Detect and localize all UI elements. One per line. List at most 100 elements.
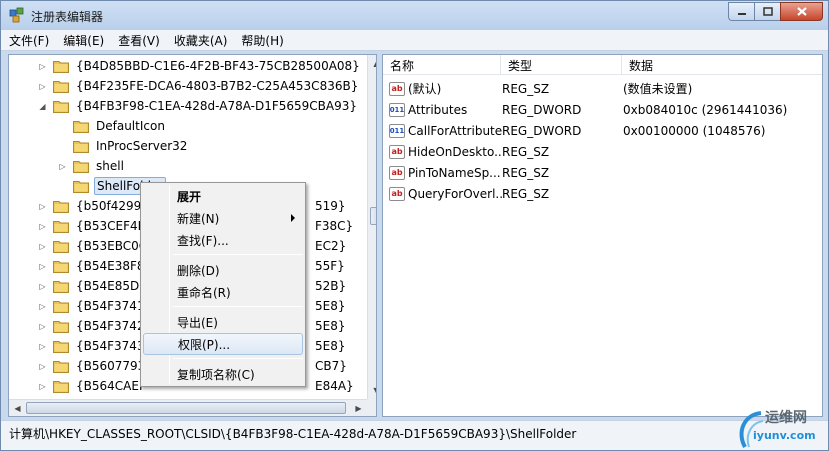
tree-node-label-suffix[interactable]: F38C} — [315, 216, 353, 236]
tree-node[interactable]: ▷ {B54F3743- — [38, 336, 151, 356]
tree-node-label[interactable]: {B4FB3F98-C1EA-428d-A78A-D1F5659CBA93} — [74, 98, 359, 114]
window-controls — [728, 2, 823, 21]
context-menu-item[interactable]: 新建(N) — [143, 207, 303, 229]
menu-item[interactable]: 编辑(E) — [63, 32, 104, 49]
context-menu-item-label: 导出(E) — [177, 315, 218, 330]
context-menu-item-label: 重命名(R) — [177, 285, 231, 300]
tree-node[interactable]: DefaultIcon — [58, 116, 167, 136]
folder-icon — [73, 120, 89, 133]
context-menu-item[interactable]: 查找(F)... — [143, 229, 303, 251]
expand-arrow-icon[interactable]: ▷ — [38, 82, 47, 91]
value-name: (默认) — [408, 82, 442, 96]
tree-node-label-suffix[interactable]: 52B} — [315, 276, 346, 296]
tree-node-label[interactable]: shell — [94, 158, 126, 174]
close-button[interactable] — [780, 2, 823, 21]
tree-node[interactable]: ▷ {B54E38F8- — [38, 256, 151, 276]
tree-node[interactable]: ▷ {B4D85BBD-C1E6-4F2B-BF43-75CB28500A08} — [38, 56, 362, 76]
tree-node[interactable]: ▷ {B4F235FE-DCA6-4803-B7B2-C25A453C836B} — [38, 76, 360, 96]
scrollbar-thumb[interactable] — [370, 207, 376, 225]
tree-horizontal-scrollbar[interactable]: ◀ ▶ — [9, 399, 367, 416]
column-header-type[interactable]: 类型 — [501, 55, 622, 75]
tree-node-label-suffix[interactable]: EC2} — [315, 236, 346, 256]
menu-separator — [173, 358, 303, 359]
scroll-up-icon[interactable]: ▲ — [368, 55, 376, 72]
list-item[interactable]: 011 Attributes REG_DWORD 0xb084010c (296144… — [383, 99, 822, 120]
tree-node-label-suffix[interactable]: 5E8} — [315, 316, 346, 336]
list-item[interactable]: ab HideOnDeskto... REG_SZ — [383, 141, 822, 162]
value-name: HideOnDeskto... — [408, 144, 502, 159]
tree-node[interactable]: ▷ {B53EBC0C- — [38, 236, 153, 256]
expand-arrow-icon[interactable]: ▷ — [38, 342, 47, 351]
menu-item[interactable]: 文件(F) — [9, 32, 49, 49]
tree-node-label-suffix[interactable]: 519} — [315, 196, 346, 216]
tree-node-label-suffix[interactable]: CB7} — [315, 356, 347, 376]
regedit-window: 注册表编辑器 文件(F) 编辑(E) 查看(V) 收藏夹(A) 帮助(H) ▷ {B4D8… — [0, 0, 829, 451]
status-bar: 计算机\HKEY_CLASSES_ROOT\CLSID\{B4FB3F98-C1… — [1, 420, 828, 450]
tree-node[interactable]: ▷ shell — [58, 156, 126, 176]
list-item[interactable]: 011 CallForAttributes REG_DWORD 0x00100000 … — [383, 120, 822, 141]
expand-arrow-icon[interactable]: ▷ — [38, 202, 47, 211]
tree-node-label[interactable]: DefaultIcon — [94, 118, 167, 134]
scroll-left-icon[interactable]: ◀ — [9, 400, 26, 416]
minimize-button[interactable] — [728, 2, 754, 21]
column-header-name[interactable]: 名称 — [383, 55, 501, 75]
list-item[interactable]: ab (默认) REG_SZ (数值未设置) — [383, 78, 822, 99]
context-menu-item[interactable]: 重命名(R) — [143, 281, 303, 303]
tree-node[interactable]: ◢ {B4FB3F98-C1EA-428d-A78A-D1F5659CBA93} — [38, 96, 359, 116]
scrollbar-thumb[interactable] — [26, 402, 346, 414]
tree-node-label[interactable]: InProcServer32 — [94, 138, 189, 154]
tree-vertical-scrollbar[interactable]: ▲ ▼ — [367, 55, 376, 399]
tree-node-label-suffix[interactable]: 55F} — [315, 256, 345, 276]
context-menu-item[interactable]: 复制项名称(C) — [143, 363, 303, 385]
list-item[interactable]: ab PinToNameSp... REG_SZ — [383, 162, 822, 183]
expand-arrow-icon[interactable]: ▷ — [38, 362, 47, 371]
folder-icon — [53, 60, 69, 73]
expand-arrow-icon[interactable]: ▷ — [38, 262, 47, 271]
tree-node[interactable]: ▷ {B564CAEF- — [38, 376, 152, 396]
tree-node-label[interactable]: {B4D85BBD-C1E6-4F2B-BF43-75CB28500A08} — [74, 58, 362, 74]
menu-item[interactable]: 查看(V) — [118, 32, 160, 49]
maximize-button[interactable] — [754, 2, 780, 21]
folder-icon — [53, 200, 69, 213]
values-list-pane[interactable]: 名称 类型 数据 ab (默认) REG_SZ (数值未设置) 011 Attribute… — [382, 54, 823, 417]
tree-node-label-suffix[interactable]: 5E8} — [315, 336, 346, 356]
window-title: 注册表编辑器 — [31, 10, 104, 24]
scroll-down-icon[interactable]: ▼ — [368, 382, 376, 399]
string-value-icon: ab — [389, 165, 405, 180]
expand-arrow-icon[interactable]: ▷ — [58, 162, 67, 171]
value-type: REG_SZ — [502, 165, 550, 180]
menu-bar: 文件(F) 编辑(E) 查看(V) 收藏夹(A) 帮助(H) — [1, 30, 828, 51]
expand-arrow-icon[interactable]: ▷ — [38, 302, 47, 311]
expand-arrow-icon[interactable]: ▷ — [38, 222, 47, 231]
expand-arrow-icon[interactable]: ▷ — [38, 282, 47, 291]
tree-node[interactable]: ▷ {B54E85D9- — [38, 276, 153, 296]
list-header: 名称 类型 数据 — [383, 55, 822, 75]
tree-node-label[interactable]: {B4F235FE-DCA6-4803-B7B2-C25A453C836B} — [74, 78, 360, 94]
expand-arrow-icon[interactable]: ▷ — [38, 62, 47, 71]
tree-node-label-suffix[interactable]: E84A} — [315, 376, 354, 396]
context-menu-item[interactable]: 权限(P)... — [143, 333, 303, 355]
scroll-right-icon[interactable]: ▶ — [350, 400, 367, 416]
maximize-icon — [762, 7, 773, 16]
menu-item[interactable]: 帮助(H) — [241, 32, 283, 49]
tree-node[interactable]: ▷ {b50f4299-7 — [38, 196, 155, 216]
tree-node[interactable]: ▷ {B54F3742- — [38, 316, 151, 336]
tree-node[interactable]: ▷ {B5607793- — [38, 356, 152, 376]
expand-arrow-icon[interactable]: ▷ — [38, 242, 47, 251]
expand-arrow-icon[interactable]: ▷ — [38, 322, 47, 331]
context-menu-item[interactable]: 导出(E) — [143, 311, 303, 333]
menu-item[interactable]: 收藏夹(A) — [174, 32, 228, 49]
list-item[interactable]: ab QueryForOverl... REG_SZ — [383, 183, 822, 204]
value-data: 0xb084010c (2961441036) — [623, 102, 788, 117]
context-menu-item[interactable]: 删除(D) — [143, 259, 303, 281]
column-header-data[interactable]: 数据 — [622, 55, 822, 75]
tree-node-label-suffix[interactable]: 5E8} — [315, 296, 346, 316]
tree-node[interactable]: ▷ {B53CEF4B- — [38, 216, 152, 236]
expand-arrow-icon[interactable]: ▷ — [38, 382, 47, 391]
context-menu-item[interactable]: 展开 — [143, 185, 303, 207]
tree-node[interactable]: ▷ {B54F3741- — [38, 296, 151, 316]
tree-node[interactable]: InProcServer32 — [58, 136, 189, 156]
title-bar[interactable]: 注册表编辑器 — [1, 1, 828, 30]
collapse-arrow-icon[interactable]: ◢ — [38, 102, 47, 111]
